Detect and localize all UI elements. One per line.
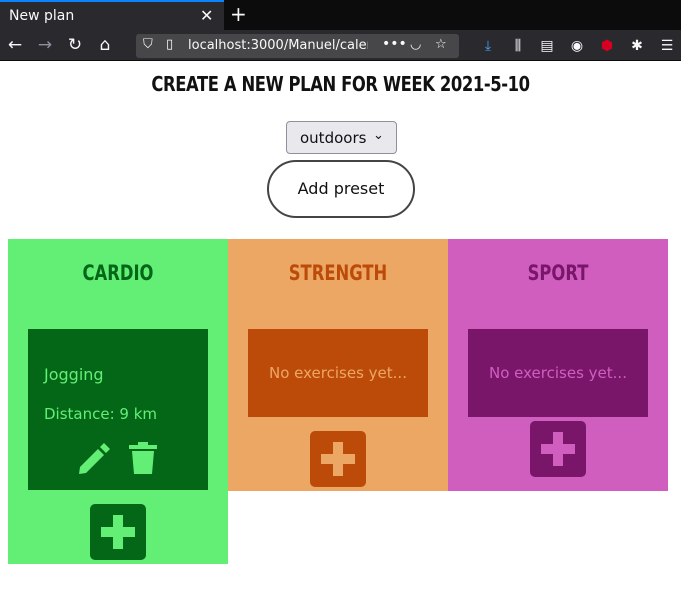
back-icon[interactable]: ← [4,34,26,56]
browser-tab-bar: New plan ✕ + [0,0,681,30]
column-cardio: Cardio Jogging Distance: 9 km [8,239,228,564]
exercise-detail: Distance: 9 km [44,405,158,423]
add-preset-button[interactable]: Add preset [267,160,415,218]
download-icon[interactable]: ⤓ [478,36,498,56]
exercise-card: Jogging Distance: 9 km [28,329,208,490]
trash-icon[interactable] [127,441,159,475]
tab-close-icon[interactable]: ✕ [200,6,213,25]
shield-icon[interactable]: ⛉ [143,37,153,52]
chevron-down-icon: ⌄ [373,128,384,143]
column-title: Strength [288,261,388,285]
browser-nav-bar: ← → ↻ ⌂ ⛉ ▯ localhost:3000/Manuel/calend… [0,30,681,61]
bookmark-star-icon[interactable]: ☆ [435,37,447,52]
add-exercise-button[interactable] [90,504,146,560]
account-icon[interactable]: ◉ [567,36,587,56]
library-icon[interactable]: ⫼ [508,36,528,56]
home-icon[interactable]: ⌂ [94,34,116,56]
add-exercise-button[interactable] [310,431,366,487]
column-title: Sport [527,261,589,285]
browser-tab[interactable]: New plan ✕ [0,0,224,30]
page-actions-icon[interactable]: ••• [382,36,407,52]
empty-card: No exercises yet... [248,329,428,417]
forward-icon[interactable]: → [34,34,56,56]
column-title: Cardio [82,261,154,285]
page-title: Create a new plan for week 2021-5-10 [151,72,530,96]
column-sport: Sport No exercises yet... [448,239,668,491]
empty-message: No exercises yet... [489,364,627,382]
reload-icon[interactable]: ↻ [64,34,86,56]
menu-icon[interactable]: ☰ [657,36,677,56]
page-icon[interactable]: ▯ [166,37,173,52]
empty-message: No exercises yet... [269,364,407,382]
url-text[interactable]: localhost:3000/Manuel/calendar [188,38,368,53]
exercise-name: Jogging [44,365,104,384]
url-bar[interactable]: ⛉ ▯ localhost:3000/Manuel/calendar ••• ◡… [136,34,459,58]
add-exercise-button[interactable] [530,421,586,477]
empty-card: No exercises yet... [468,329,648,417]
tab-title: New plan [9,8,75,24]
preset-select[interactable]: outdoors ⌄ [286,121,397,154]
column-strength: Strength No exercises yet... [228,239,448,491]
extension-icon[interactable]: ✱ [627,36,647,56]
pocket-icon[interactable]: ◡ [410,37,421,52]
ublock-icon[interactable]: ⬢ [597,36,617,56]
preset-select-value: outdoors [300,129,367,147]
sidebar-icon[interactable]: ▤ [537,36,557,56]
new-tab-icon[interactable]: + [230,2,247,26]
pencil-icon[interactable] [76,441,112,475]
